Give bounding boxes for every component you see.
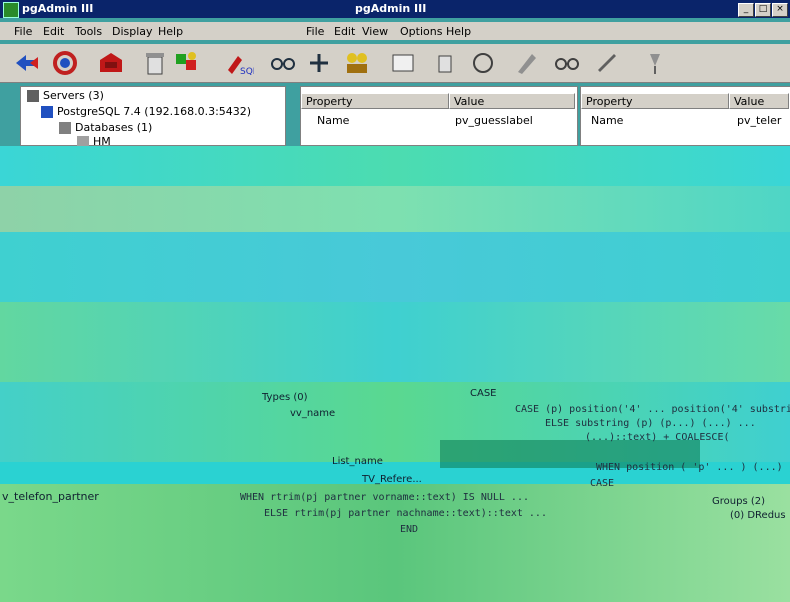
- delete-icon[interactable]: [430, 48, 460, 78]
- lower-vname: vv_name: [290, 408, 336, 419]
- reload-icon[interactable]: [468, 48, 498, 78]
- menu-file[interactable]: File: [14, 25, 32, 38]
- glasses-icon[interactable]: [552, 48, 582, 78]
- lower-groups: Groups (2): [712, 496, 765, 507]
- properties-pane: Property Value Name pv_guesslabel: [300, 86, 578, 146]
- sql-line-2: ELSE substring (p) (p...) (...) ...: [545, 418, 756, 429]
- tree-server-label: PostgreSQL 7.4 (192.168.0.3:5432): [57, 105, 252, 118]
- noise-band-2: [0, 186, 790, 232]
- noise-band-1: [0, 146, 790, 186]
- databases-icon: [59, 122, 71, 134]
- refresh-icon[interactable]: [50, 48, 80, 78]
- right-prop-value: pv_teler: [737, 114, 782, 127]
- tree-databases-label: Databases (1): [75, 121, 153, 134]
- view-icon[interactable]: [268, 48, 298, 78]
- connect-icon[interactable]: [304, 48, 334, 78]
- view-name-label[interactable]: v_telefon_partner: [2, 490, 99, 503]
- noise-band-4: [0, 302, 790, 382]
- back-icon[interactable]: [12, 48, 42, 78]
- right-col-property[interactable]: Property: [581, 93, 729, 109]
- menu-edit[interactable]: Edit: [43, 25, 64, 38]
- server-icon[interactable]: [96, 48, 126, 78]
- sql-line-3: (...)::text) + COALESCE(: [585, 432, 730, 443]
- prop-value: pv_guesslabel: [455, 114, 533, 127]
- lower-types: Types (0): [262, 392, 308, 403]
- noise-band-3: [0, 232, 790, 302]
- menu-help-right[interactable]: Help: [446, 25, 471, 38]
- trash-icon[interactable]: [140, 48, 170, 78]
- menu-file-right[interactable]: File: [306, 25, 324, 38]
- menu-edit-right[interactable]: Edit: [334, 25, 355, 38]
- table-icon[interactable]: [388, 48, 418, 78]
- right-properties-pane: Property Value Name pv_teler: [580, 86, 790, 146]
- col-value[interactable]: Value: [449, 93, 575, 109]
- minimize-button[interactable]: _: [738, 3, 754, 17]
- menu-bar: File Edit Tools Display Help File Edit V…: [0, 22, 790, 40]
- lower-tv-ref: TV_Refere...: [362, 474, 422, 485]
- sql-line-8: END: [400, 524, 419, 535]
- title-bar: pgAdmin III pgAdmin III _ □ ×: [0, 0, 790, 18]
- close-button[interactable]: ×: [772, 3, 788, 17]
- tree-servers-label: Servers (3): [43, 89, 104, 102]
- edit-icon[interactable]: [512, 48, 542, 78]
- sql-line-1: CASE (p) position('4' ... position('4' s…: [515, 404, 790, 415]
- object-tree: Servers (3) PostgreSQL 7.4 (192.168.0.3:…: [20, 86, 286, 148]
- tree-servers[interactable]: Servers (3): [27, 89, 104, 105]
- window-title-right: pgAdmin III: [355, 2, 427, 15]
- menu-options-right[interactable]: Options: [400, 25, 442, 38]
- properties-icon[interactable]: [172, 48, 202, 78]
- sql-line-7: ELSE rtrim(pj partner nachname::text)::t…: [264, 508, 547, 519]
- users-icon[interactable]: [342, 48, 372, 78]
- menu-display[interactable]: Display: [112, 25, 153, 38]
- window-title-left: pgAdmin III: [22, 2, 94, 15]
- lower-case: CASE: [470, 388, 497, 399]
- server-icon-small: [41, 106, 53, 118]
- lower-item-db: (0) DRedus: [730, 510, 786, 521]
- maximize-button[interactable]: □: [755, 3, 771, 17]
- tree-server[interactable]: PostgreSQL 7.4 (192.168.0.3:5432): [41, 105, 251, 121]
- toolbar: SQL: [0, 44, 790, 83]
- menu-view-right[interactable]: View: [362, 25, 388, 38]
- right-col-value[interactable]: Value: [729, 93, 789, 109]
- menu-help[interactable]: Help: [158, 25, 183, 38]
- server-group-icon: [27, 90, 39, 102]
- lower-list-name: List_name: [332, 456, 383, 467]
- menu-tools[interactable]: Tools: [75, 25, 102, 38]
- col-property[interactable]: Property: [301, 93, 449, 109]
- help-icon[interactable]: [640, 48, 670, 78]
- sql-line-4: WHEN position ( 'p' ... ) (...): [596, 462, 783, 473]
- pen-icon[interactable]: [592, 48, 622, 78]
- svg-text:SQL: SQL: [240, 67, 254, 77]
- sql-icon[interactable]: SQL: [224, 48, 258, 78]
- app-icon: [3, 2, 19, 18]
- sql-line-5: CASE: [590, 478, 615, 489]
- sql-line-6: WHEN rtrim(pj partner vorname::text) IS …: [240, 492, 529, 503]
- right-prop-name: Name: [591, 114, 624, 127]
- prop-name: Name: [317, 114, 350, 127]
